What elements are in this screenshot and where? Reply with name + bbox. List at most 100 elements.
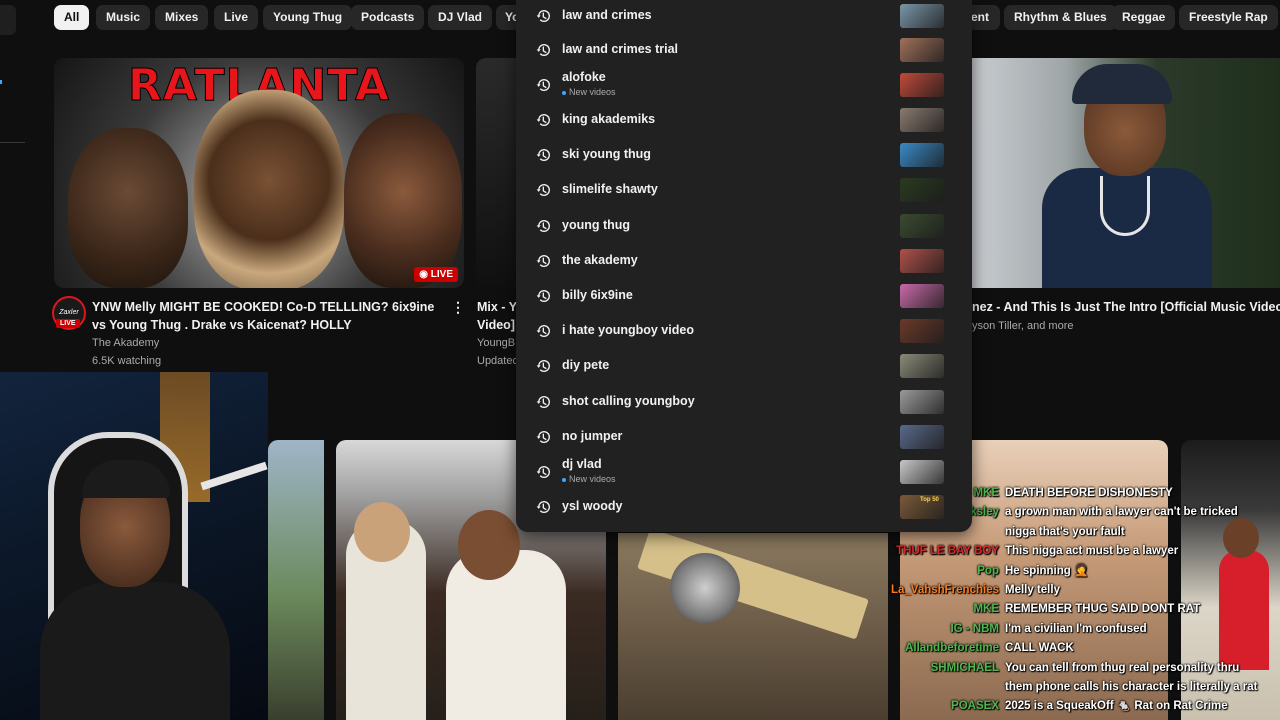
history-icon (536, 466, 550, 478)
suggestion-subtitle: New videos (562, 474, 616, 484)
suggestion-thumbnail (900, 319, 944, 343)
history-icon (536, 255, 550, 267)
chip-freestyle-rap[interactable]: Freestyle Rap (1179, 5, 1278, 30)
suggestion-thumbnail (900, 178, 944, 202)
chip-podcasts[interactable]: Podcasts (351, 5, 425, 30)
webcam-streamer-body (40, 582, 230, 720)
suggestion-text: i hate youngboy video (562, 323, 694, 337)
suggestion-text: young thug (562, 218, 631, 232)
chip-young-thug[interactable]: Young Thug (263, 5, 353, 30)
history-icon (536, 114, 550, 126)
history-icon (536, 290, 550, 302)
live-badge: ◉ LIVE (414, 267, 458, 282)
streamer-webcam-overlay (0, 372, 268, 720)
sidebar-indicator (0, 80, 2, 84)
suggestion-text: alofoke (562, 70, 606, 84)
new-dot-icon (562, 90, 566, 95)
search-suggestion-item[interactable]: the akademy (516, 245, 972, 279)
chat-text: nigga that's your fault (1005, 525, 1125, 538)
search-suggestion-item[interactable]: shot calling youngboy (516, 386, 972, 420)
chat-message: La_VahshFrenchies Melly telly (890, 581, 1280, 600)
sidebar-divider (0, 142, 25, 143)
channel-name[interactable]: The Akademy (92, 337, 159, 349)
chip-dj-vlad[interactable]: DJ Vlad (428, 5, 493, 30)
guide-button-stub[interactable] (0, 5, 16, 35)
chat-text: I'm a civilian I'm confused (1005, 622, 1147, 635)
thumbnail-person-left (68, 128, 188, 288)
suggestion-text: law and crimes trial (562, 42, 679, 56)
chip-music[interactable]: Music (96, 5, 151, 30)
more-options-icon[interactable]: ⋮ (451, 300, 465, 314)
chip-mixes[interactable]: Mixes (155, 5, 209, 30)
chat-text: This nigga act must be a lawyer (1005, 545, 1179, 558)
view-count: 6.5K watching (92, 355, 162, 367)
thumbnail-saw (670, 553, 740, 623)
chat-username: La_VahshFrenchies (890, 583, 999, 596)
search-suggestion-item[interactable]: law and crimes (516, 0, 972, 34)
live-badge-label: LIVE (430, 269, 453, 280)
new-dot-icon (562, 477, 566, 482)
video-thumbnail-ratlanta[interactable]: RATLANTA ◉ LIVE (54, 58, 464, 288)
history-icon (536, 44, 550, 57)
chat-message: MKE REMEMBER THUG SAID DONT RAT (890, 600, 1280, 619)
suggestion-text: diy pete (562, 358, 610, 372)
suggestion-thumbnail (900, 38, 944, 62)
history-icon (536, 360, 550, 372)
history-icon (536, 184, 550, 196)
search-suggestion-item[interactable]: young thug (516, 210, 972, 244)
video-title[interactable]: YNW Melly MIGHT BE COOKED! Co-D TELLLING… (92, 298, 442, 334)
suggestion-thumbnail (900, 143, 944, 167)
chip-reggae[interactable]: Reggae (1112, 5, 1176, 30)
search-suggestion-item[interactable]: diy pete (516, 350, 972, 384)
chip-rhythm-blues[interactable]: Rhythm & Blues (1004, 5, 1117, 30)
suggestion-text: billy 6ix9ine (562, 288, 633, 302)
chat-text: DEATH BEFORE DISHONESTY (1005, 487, 1173, 499)
thumbnail-chain (1100, 176, 1150, 236)
live-dot-icon: ◉ (419, 269, 431, 280)
channel-name-mix[interactable]: YoungB (477, 337, 517, 349)
history-icon (536, 149, 550, 161)
search-suggestion-item[interactable]: no jumper (516, 421, 972, 455)
search-suggestion-item[interactable]: i hate youngboy video (516, 315, 972, 349)
thumbnail-person-right (344, 113, 462, 288)
chat-text: CALL WACK (1005, 642, 1074, 655)
chat-username: Pop (977, 564, 999, 577)
video-title-music[interactable]: nez - And This Is Just The Intro [Offici… (972, 300, 1280, 314)
video-thumbnail-row2-1[interactable] (268, 440, 324, 720)
thumbnail-head-a (354, 502, 410, 562)
history-icon (536, 501, 550, 513)
suggestion-thumbnail: Top 50 (900, 495, 944, 519)
thumbnail-person-b (446, 550, 566, 720)
search-suggestion-item[interactable]: ski young thug (516, 139, 972, 173)
chat-text: He spinning 🤦 (1005, 564, 1089, 577)
search-suggestion-item[interactable]: dj vlad New videos (516, 456, 972, 490)
video-title-mix-line1: Mix - Y (477, 300, 517, 314)
search-suggestion-item[interactable]: billy 6ix9ine (516, 280, 972, 314)
suggestion-text: the akademy (562, 253, 638, 267)
channel-name-music[interactable]: yson Tiller, and more (972, 320, 1074, 332)
search-suggestion-item[interactable]: law and crimes trial (516, 34, 972, 68)
suggestion-text: shot calling youngboy (562, 394, 695, 408)
search-suggestion-item[interactable]: king akademiks (516, 104, 972, 138)
suggestion-text: ski young thug (562, 147, 651, 161)
history-icon (536, 220, 550, 232)
chip-live[interactable]: Live (214, 5, 259, 30)
video-title-mix-line2: Video] (477, 318, 515, 332)
search-suggestion-item[interactable]: ysl woody Top 50 (516, 491, 972, 525)
chat-text: 2025 is a SqueakOff 🐁 Rat on Rat Crime (1005, 700, 1228, 713)
video-title-mix[interactable]: Mix - Y Video] (477, 298, 517, 334)
search-suggestion-item[interactable]: slimelife shawty (516, 174, 972, 208)
webcam-mic-arm (200, 461, 268, 491)
chat-message: POASEX 2025 is a SqueakOff 🐁 Rat on Rat C… (890, 697, 1280, 716)
video-thumbnail-music-video[interactable] (972, 58, 1280, 288)
chat-username: IG - NBM (950, 622, 999, 635)
chat-message: Allandbeforetime CALL WACK (890, 639, 1280, 658)
suggestion-text: no jumper (562, 429, 623, 443)
chip-all[interactable]: All (54, 5, 90, 30)
suggestion-subtitle: New videos (562, 87, 616, 97)
chat-text: You can tell from thug real personality … (1005, 661, 1240, 674)
suggestion-thumbnail (900, 249, 944, 273)
video-thumbnail-row2-3[interactable] (618, 533, 888, 720)
search-suggestion-item[interactable]: alofoke New videos (516, 69, 972, 103)
history-icon (536, 325, 550, 337)
